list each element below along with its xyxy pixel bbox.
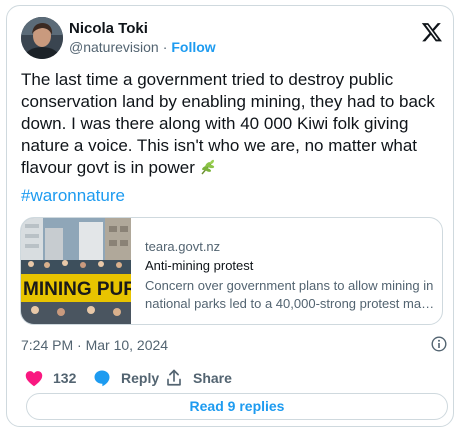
follow-button[interactable]: Follow xyxy=(171,39,215,55)
link-title: Anti-mining protest xyxy=(145,258,254,273)
x-logo-icon[interactable] xyxy=(421,21,443,43)
like-button[interactable]: 132 xyxy=(25,368,76,388)
avatar[interactable] xyxy=(21,17,63,59)
link-preview-card[interactable]: MINING PUR teara.govt.nz Anti-mining pro… xyxy=(20,217,443,325)
heart-icon xyxy=(25,370,43,386)
herb-leaf-icon xyxy=(199,158,217,182)
link-thumbnail-image: MINING PUR xyxy=(21,218,137,324)
link-description-line: Concern over government plans to allow m… xyxy=(145,278,434,293)
hashtag-link[interactable]: #waronnature xyxy=(21,186,125,206)
author-name[interactable]: Nicola Toki xyxy=(69,20,148,37)
reply-button[interactable]: Reply xyxy=(93,368,159,388)
reply-label: Reply xyxy=(121,370,160,386)
tweet-card: Nicola Toki @naturevision · Follow The las… xyxy=(6,5,454,427)
tweet-text: The last time a government tried to dest… xyxy=(21,69,446,182)
reply-bubble-icon xyxy=(94,370,110,387)
share-icon xyxy=(167,369,181,386)
link-description: Concern over government plans to allow m… xyxy=(145,277,437,313)
share-button[interactable]: Share xyxy=(165,368,232,388)
tweet-timestamp[interactable]: 7:24 PM · Mar 10, 2024 xyxy=(21,337,168,353)
info-icon[interactable] xyxy=(431,336,447,352)
tweet-body: The last time a government tried to dest… xyxy=(21,70,435,177)
link-description-line: national parks led to a 40,000-strong pr… xyxy=(145,296,437,311)
author-handle-line: @naturevision · Follow xyxy=(69,39,216,55)
like-count: 132 xyxy=(53,370,77,386)
banner-text: MINING PUR xyxy=(23,279,131,300)
link-domain: teara.govt.nz xyxy=(145,239,221,254)
share-label: Share xyxy=(193,370,232,386)
author-handle[interactable]: @naturevision xyxy=(69,39,159,55)
tweet-actions: 132 Reply Share xyxy=(21,368,441,388)
read-replies-button[interactable]: Read 9 replies xyxy=(26,393,448,420)
separator-dot: · xyxy=(162,39,168,55)
